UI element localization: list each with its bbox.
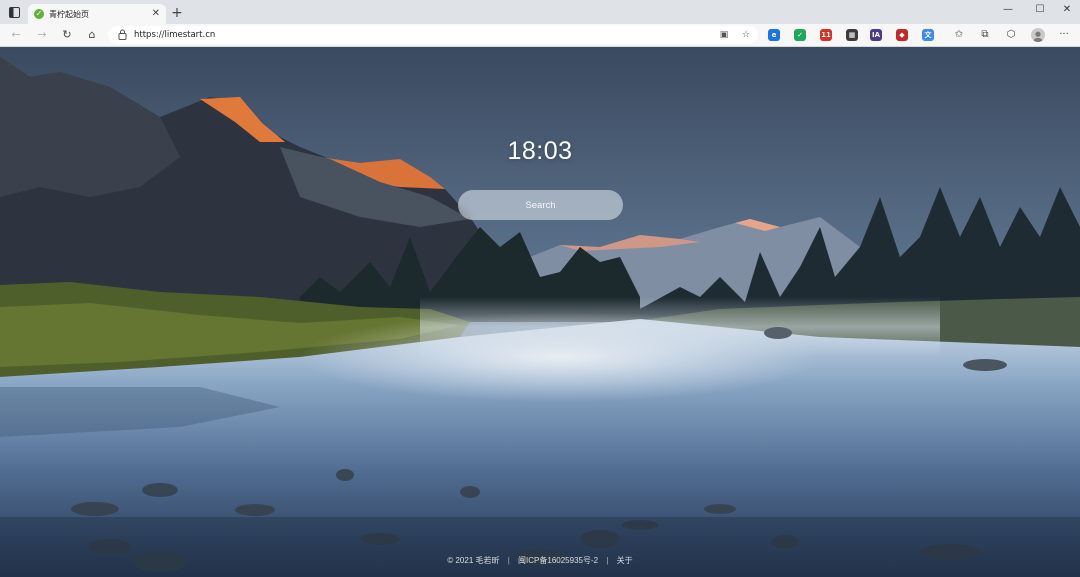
forward-button[interactable]: → bbox=[34, 27, 50, 43]
green-extension-icon[interactable]: ✓ bbox=[794, 29, 806, 41]
footer-divider: | bbox=[507, 556, 510, 565]
maximize-button[interactable]: ☐ bbox=[1025, 2, 1055, 18]
edge-extension-icon[interactable]: e bbox=[768, 29, 780, 41]
more-menu-icon[interactable]: ··· bbox=[1057, 28, 1071, 42]
close-window-button[interactable]: ✕ bbox=[1052, 2, 1080, 18]
ia-extension-icon[interactable]: IA bbox=[870, 29, 882, 41]
back-button[interactable]: ← bbox=[8, 27, 24, 43]
translate-extension-icon[interactable]: 文 bbox=[922, 29, 934, 41]
icp-link[interactable]: 闽ICP备16025935号-2 bbox=[518, 556, 598, 565]
profile-avatar-icon[interactable] bbox=[1031, 28, 1045, 42]
shield-extension-icon[interactable]: ◆ bbox=[896, 29, 908, 41]
limestart-page: 18:03 © 2021 毛若昕 | 闽ICP备16025935号-2 | 关于 bbox=[0, 47, 1080, 577]
title-bar: ✓ 青柠起始页 ✕ + — ☐ ✕ bbox=[0, 0, 1080, 24]
browser-tab[interactable]: ✓ 青柠起始页 ✕ bbox=[28, 4, 166, 24]
search-input[interactable] bbox=[458, 190, 623, 220]
about-link[interactable]: 关于 bbox=[617, 556, 633, 565]
lime-icon: ✓ bbox=[34, 9, 44, 19]
wallpaper-background bbox=[0, 47, 1080, 577]
red-badge-extension-icon[interactable]: 11 bbox=[820, 29, 832, 41]
url-text: https://limestart.cn bbox=[134, 30, 216, 40]
minimize-button[interactable]: — bbox=[993, 2, 1023, 18]
favorite-add-icon[interactable]: ☆ bbox=[740, 29, 752, 41]
browser-essentials-icon[interactable]: ⬡ bbox=[1004, 28, 1018, 42]
dark-extension-icon[interactable]: ▦ bbox=[846, 29, 858, 41]
address-bar[interactable]: https://limestart.cn ▣ ☆ bbox=[108, 26, 758, 44]
footer-divider: | bbox=[606, 556, 609, 565]
close-tab-icon[interactable]: ✕ bbox=[152, 9, 160, 19]
favorites-icon[interactable]: ✩ bbox=[952, 28, 966, 42]
clock: 18:03 bbox=[507, 137, 573, 165]
collections-icon[interactable]: ⧉ bbox=[978, 28, 992, 42]
new-tab-button[interactable]: + bbox=[169, 5, 185, 21]
read-view-icon[interactable]: ▣ bbox=[718, 29, 730, 41]
browser-toolbar: ← → ↻ ⌂ https://limestart.cn ▣ ☆ e ✓ 11 … bbox=[0, 24, 1080, 47]
refresh-button[interactable]: ↻ bbox=[59, 27, 75, 43]
tab-title: 青柠起始页 bbox=[49, 9, 89, 19]
footer: © 2021 毛若昕 | 闽ICP备16025935号-2 | 关于 bbox=[0, 555, 1080, 566]
tab-actions-icon[interactable] bbox=[6, 4, 22, 20]
lock-icon bbox=[118, 29, 127, 40]
home-button[interactable]: ⌂ bbox=[84, 27, 100, 43]
copyright-text: © 2021 毛若昕 bbox=[447, 556, 500, 565]
